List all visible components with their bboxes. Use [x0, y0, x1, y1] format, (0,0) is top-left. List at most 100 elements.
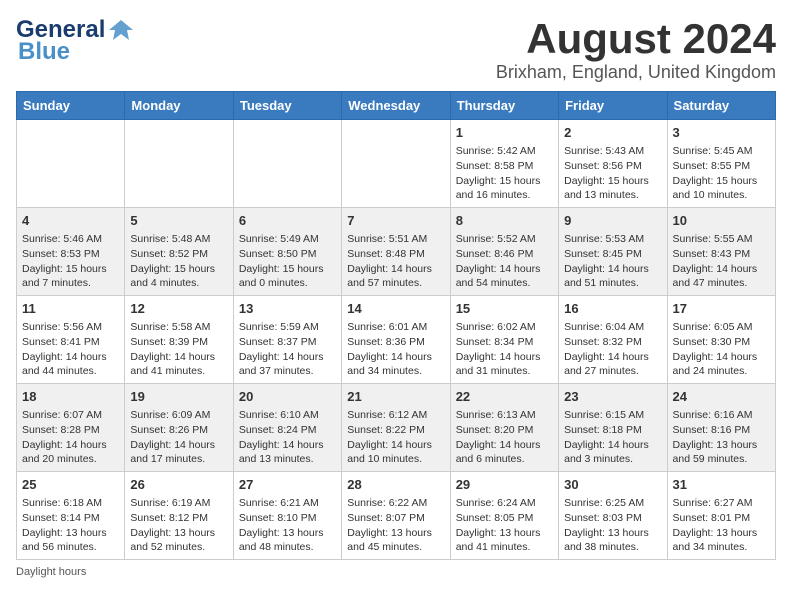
calendar-cell-w5-d2: 27Sunrise: 6:21 AM Sunset: 8:10 PM Dayli… — [233, 471, 341, 559]
col-thursday: Thursday — [450, 92, 558, 120]
calendar-cell-w5-d5: 30 Sunrise: 6:25 AM Sunset: 8:03 PM Dayli… — [559, 471, 667, 559]
day-number: 1 — [456, 124, 553, 142]
col-saturday: Saturday — [667, 92, 775, 120]
calendar-cell-w2-d6: 10 Sunrise: 5:55 AM Sunset: 8:43 PM Dayli… — [667, 208, 775, 296]
day-number: 11 — [22, 300, 119, 318]
calendar-cell-w1-d3 — [342, 120, 450, 208]
day-info: Sunrise: 5:59 AM Sunset: 8:37 PM Dayligh… — [239, 320, 336, 379]
calendar-cell-w3-d1: 12 Sunrise: 5:58 AM Sunset: 8:39 PM Dayli… — [125, 296, 233, 384]
calendar-cell-w2-d1: 5 Sunrise: 5:48 AM Sunset: 8:52 PM Daylig… — [125, 208, 233, 296]
page-header: General Blue August 2024 Brixham, Englan… — [16, 16, 776, 83]
day-info: Sunrise: 5:45 AM Sunset: 8:55 PM Dayligh… — [673, 144, 770, 203]
month-title: August 2024 — [496, 16, 776, 62]
calendar-week-2: 4 Sunrise: 5:46 AM Sunset: 8:53 PM Daylig… — [17, 208, 776, 296]
day-info: Sunrise: 5:49 AM Sunset: 8:50 PM Dayligh… — [239, 232, 336, 291]
day-number: 24 — [673, 388, 770, 406]
calendar-week-5: 25Sunrise: 6:18 AM Sunset: 8:14 PM Dayli… — [17, 471, 776, 559]
logo-bird-icon — [107, 16, 135, 44]
calendar-cell-w3-d0: 11 Sunrise: 5:56 AM Sunset: 8:41 PM Dayli… — [17, 296, 125, 384]
calendar-cell-w2-d0: 4 Sunrise: 5:46 AM Sunset: 8:53 PM Daylig… — [17, 208, 125, 296]
day-number: 15 — [456, 300, 553, 318]
calendar-cell-w1-d4: 1 Sunrise: 5:42 AM Sunset: 8:58 PM Daylig… — [450, 120, 558, 208]
calendar-week-4: 18Sunrise: 6:07 AM Sunset: 8:28 PM Dayli… — [17, 384, 776, 472]
day-info: Sunrise: 6:05 AM Sunset: 8:30 PM Dayligh… — [673, 320, 770, 379]
day-info: Sunrise: 6:22 AM Sunset: 8:07 PM Dayligh… — [347, 496, 444, 555]
calendar-cell-w5-d0: 25Sunrise: 6:18 AM Sunset: 8:14 PM Dayli… — [17, 471, 125, 559]
calendar-cell-w1-d1 — [125, 120, 233, 208]
col-wednesday: Wednesday — [342, 92, 450, 120]
col-monday: Monday — [125, 92, 233, 120]
day-info: Sunrise: 5:48 AM Sunset: 8:52 PM Dayligh… — [130, 232, 227, 291]
day-number: 2 — [564, 124, 661, 142]
calendar-cell-w1-d2 — [233, 120, 341, 208]
calendar-cell-w2-d5: 9 Sunrise: 5:53 AM Sunset: 8:45 PM Daylig… — [559, 208, 667, 296]
day-number: 22 — [456, 388, 553, 406]
calendar-cell-w5-d1: 26 Sunrise: 6:19 AM Sunset: 8:12 PM Dayli… — [125, 471, 233, 559]
logo: General Blue — [16, 16, 135, 66]
day-number: 30 — [564, 476, 661, 494]
day-number: 28 — [347, 476, 444, 494]
day-number: 31 — [673, 476, 770, 494]
location-title: Brixham, England, United Kingdom — [496, 62, 776, 83]
day-info: Sunrise: 6:18 AM Sunset: 8:14 PM Dayligh… — [22, 496, 119, 555]
calendar-cell-w3-d4: 15 Sunrise: 6:02 AM Sunset: 8:34 PM Dayli… — [450, 296, 558, 384]
day-info: Sunrise: 5:51 AM Sunset: 8:48 PM Dayligh… — [347, 232, 444, 291]
day-number: 27 — [239, 476, 336, 494]
day-info: Sunrise: 5:56 AM Sunset: 8:41 PM Dayligh… — [22, 320, 119, 379]
day-number: 7 — [347, 212, 444, 230]
col-sunday: Sunday — [17, 92, 125, 120]
calendar-cell-w4-d3: 21Sunrise: 6:12 AM Sunset: 8:22 PM Dayli… — [342, 384, 450, 472]
footer-note: Daylight hours — [16, 566, 776, 578]
day-number: 6 — [239, 212, 336, 230]
calendar-cell-w2-d2: 6 Sunrise: 5:49 AM Sunset: 8:50 PM Daylig… — [233, 208, 341, 296]
day-info: Sunrise: 6:13 AM Sunset: 8:20 PM Dayligh… — [456, 408, 553, 467]
day-info: Sunrise: 5:43 AM Sunset: 8:56 PM Dayligh… — [564, 144, 661, 203]
day-info: Sunrise: 5:46 AM Sunset: 8:53 PM Dayligh… — [22, 232, 119, 291]
calendar-header-row: Sunday Monday Tuesday Wednesday Thursday… — [17, 92, 776, 120]
day-number: 26 — [130, 476, 227, 494]
day-number: 29 — [456, 476, 553, 494]
calendar-cell-w2-d3: 7 Sunrise: 5:51 AM Sunset: 8:48 PM Daylig… — [342, 208, 450, 296]
day-number: 9 — [564, 212, 661, 230]
day-number: 14 — [347, 300, 444, 318]
calendar-cell-w3-d5: 16Sunrise: 6:04 AM Sunset: 8:32 PM Dayli… — [559, 296, 667, 384]
calendar-cell-w5-d6: 31 Sunrise: 6:27 AM Sunset: 8:01 PM Dayli… — [667, 471, 775, 559]
day-info: Sunrise: 6:04 AM Sunset: 8:32 PM Dayligh… — [564, 320, 661, 379]
calendar-cell-w4-d1: 19Sunrise: 6:09 AM Sunset: 8:26 PM Dayli… — [125, 384, 233, 472]
calendar-cell-w5-d4: 29 Sunrise: 6:24 AM Sunset: 8:05 PM Dayli… — [450, 471, 558, 559]
day-number: 12 — [130, 300, 227, 318]
day-number: 13 — [239, 300, 336, 318]
day-info: Sunrise: 5:53 AM Sunset: 8:45 PM Dayligh… — [564, 232, 661, 291]
day-number: 20 — [239, 388, 336, 406]
col-friday: Friday — [559, 92, 667, 120]
day-info: Sunrise: 5:42 AM Sunset: 8:58 PM Dayligh… — [456, 144, 553, 203]
calendar-cell-w3-d3: 14 Sunrise: 6:01 AM Sunset: 8:36 PM Dayli… — [342, 296, 450, 384]
day-info: Sunrise: 6:16 AM Sunset: 8:16 PM Dayligh… — [673, 408, 770, 467]
day-info: Sunrise: 5:55 AM Sunset: 8:43 PM Dayligh… — [673, 232, 770, 291]
day-info: Sunrise: 6:01 AM Sunset: 8:36 PM Dayligh… — [347, 320, 444, 379]
day-info: Sunrise: 6:19 AM Sunset: 8:12 PM Dayligh… — [130, 496, 227, 555]
day-number: 3 — [673, 124, 770, 142]
day-info: Sunrise: 5:58 AM Sunset: 8:39 PM Dayligh… — [130, 320, 227, 379]
calendar-cell-w4-d0: 18Sunrise: 6:07 AM Sunset: 8:28 PM Dayli… — [17, 384, 125, 472]
calendar-week-3: 11 Sunrise: 5:56 AM Sunset: 8:41 PM Dayli… — [17, 296, 776, 384]
day-info: Sunrise: 6:24 AM Sunset: 8:05 PM Dayligh… — [456, 496, 553, 555]
day-number: 19 — [130, 388, 227, 406]
title-area: August 2024 Brixham, England, United Kin… — [496, 16, 776, 83]
day-info: Sunrise: 6:02 AM Sunset: 8:34 PM Dayligh… — [456, 320, 553, 379]
calendar-cell-w3-d6: 17Sunrise: 6:05 AM Sunset: 8:30 PM Dayli… — [667, 296, 775, 384]
calendar-cell-w1-d5: 2 Sunrise: 5:43 AM Sunset: 8:56 PM Daylig… — [559, 120, 667, 208]
calendar-table: Sunday Monday Tuesday Wednesday Thursday… — [16, 91, 776, 560]
day-number: 8 — [456, 212, 553, 230]
day-info: Sunrise: 6:27 AM Sunset: 8:01 PM Dayligh… — [673, 496, 770, 555]
day-number: 4 — [22, 212, 119, 230]
day-number: 18 — [22, 388, 119, 406]
calendar-cell-w4-d5: 23Sunrise: 6:15 AM Sunset: 8:18 PM Dayli… — [559, 384, 667, 472]
calendar-week-1: 1 Sunrise: 5:42 AM Sunset: 8:58 PM Daylig… — [17, 120, 776, 208]
day-number: 5 — [130, 212, 227, 230]
day-number: 10 — [673, 212, 770, 230]
col-tuesday: Tuesday — [233, 92, 341, 120]
logo-blue: Blue — [18, 38, 70, 66]
day-info: Sunrise: 6:25 AM Sunset: 8:03 PM Dayligh… — [564, 496, 661, 555]
day-info: Sunrise: 6:10 AM Sunset: 8:24 PM Dayligh… — [239, 408, 336, 467]
